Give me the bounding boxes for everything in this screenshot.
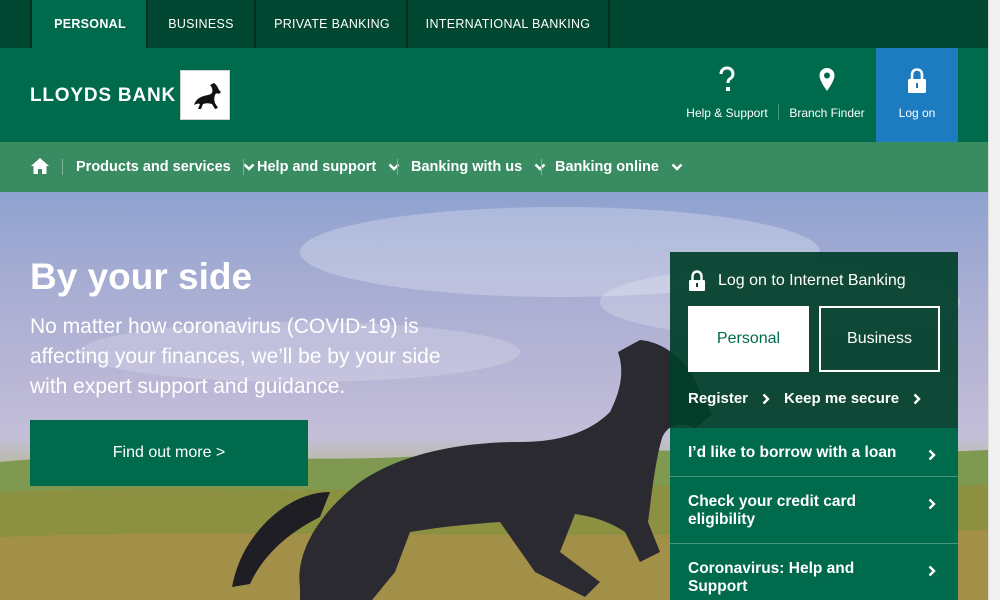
nav-item-label: Banking online <box>555 159 659 175</box>
tab-international-banking[interactable]: INTERNATIONAL BANKING <box>406 0 610 48</box>
top-tab-bar: PERSONAL BUSINESS PRIVATE BANKING INTERN… <box>0 0 988 48</box>
horse-logo-icon <box>194 83 221 109</box>
nav-item-label: Help and support <box>257 159 377 175</box>
help-support-label: Help & Support <box>686 106 768 120</box>
register-label: Register <box>688 390 749 407</box>
home-icon <box>31 158 49 174</box>
chevron-right-icon <box>762 393 770 404</box>
login-panel-title: Log on to Internet Banking <box>688 270 906 292</box>
help-support-link[interactable]: Help & Support <box>686 48 768 142</box>
nav-item-label: Banking with us <box>411 159 523 175</box>
nav-divider <box>397 159 398 175</box>
keep-me-secure-link[interactable]: Keep me secure <box>784 390 921 407</box>
padlock-icon <box>908 68 926 93</box>
header-divider <box>778 104 779 120</box>
chevron-right-icon <box>928 498 936 510</box>
branch-finder-link[interactable]: Branch Finder <box>788 48 866 142</box>
quick-link-credit-card-eligibility[interactable]: Check your credit card eligibility <box>670 477 958 543</box>
home-link[interactable] <box>30 157 50 180</box>
padlock-icon <box>689 270 705 291</box>
nav-help-and-support[interactable]: Help and support <box>257 142 400 192</box>
nav-products-and-services[interactable]: Products and services <box>76 142 255 192</box>
chevron-down-icon <box>243 163 255 171</box>
brand-name[interactable]: LLOYDS BANK <box>30 85 176 107</box>
nav-item-label: Products and services <box>76 159 231 175</box>
quick-link-label: Check your credit card eligibility <box>688 493 856 528</box>
nav-divider <box>62 159 63 175</box>
quick-link-label: Coronavirus: Help and Support <box>688 560 855 595</box>
location-pin-icon <box>819 68 835 91</box>
hero-title: By your side <box>30 256 253 297</box>
quick-link-borrow-loan[interactable]: I’d like to borrow with a loan <box>670 428 958 476</box>
hero-text: No matter how coronavirus (COVID-19) is … <box>30 315 441 398</box>
question-mark-icon <box>719 66 735 91</box>
chevron-right-icon <box>928 449 936 461</box>
tab-personal[interactable]: PERSONAL <box>30 0 148 48</box>
main-nav: Products and services Help and support B… <box>0 142 988 192</box>
find-out-more-button[interactable]: Find out more > <box>30 420 308 486</box>
business-login-button[interactable]: Business <box>819 306 940 372</box>
nav-banking-online[interactable]: Banking online <box>555 142 683 192</box>
chevron-right-icon <box>913 393 921 404</box>
keep-me-secure-label: Keep me secure <box>784 390 900 407</box>
personal-login-button[interactable]: Personal <box>688 306 809 372</box>
nav-banking-with-us[interactable]: Banking with us <box>411 142 546 192</box>
chevron-down-icon <box>388 163 400 171</box>
page-scrollbar[interactable] <box>988 0 1000 600</box>
nav-divider <box>243 159 244 175</box>
branch-finder-label: Branch Finder <box>789 106 865 120</box>
chevron-right-icon <box>928 565 936 577</box>
login-panel: Log on to Internet Banking Personal Busi… <box>670 252 958 428</box>
quick-link-label: I’d like to borrow with a loan <box>688 444 897 461</box>
nav-divider <box>541 159 542 175</box>
tab-business[interactable]: BUSINESS <box>146 0 254 48</box>
black-horse-logo[interactable] <box>180 70 230 120</box>
quick-link-coronavirus-help[interactable]: Coronavirus: Help and Support <box>670 544 958 600</box>
log-on-button[interactable]: Log on <box>876 48 958 142</box>
log-on-label: Log on <box>898 106 936 120</box>
register-link[interactable]: Register <box>688 390 770 407</box>
tab-private-banking[interactable]: PRIVATE BANKING <box>254 0 408 48</box>
login-panel-title-text: Log on to Internet Banking <box>718 272 906 289</box>
chevron-down-icon <box>671 163 683 171</box>
site-header: LLOYDS BANK Help & Support Branch Finder <box>0 48 988 142</box>
